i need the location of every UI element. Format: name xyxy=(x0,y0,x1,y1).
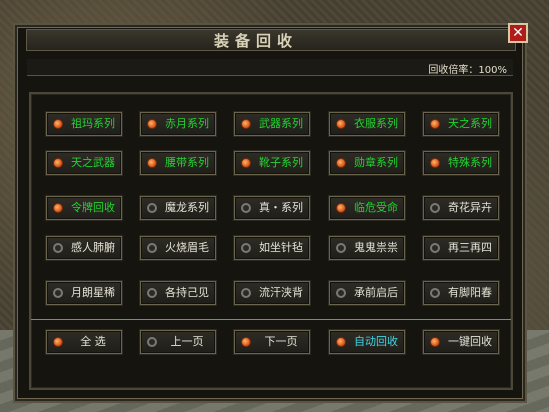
button-label: 再三再四 xyxy=(448,241,492,254)
category-toggle-button[interactable]: 承前启后 xyxy=(329,281,405,305)
button-label: 各持己见 xyxy=(165,286,209,299)
button-label: 靴子系列 xyxy=(259,156,303,169)
toggle-off-icon xyxy=(430,243,440,253)
close-button[interactable]: ✕ xyxy=(508,23,528,43)
category-toggle-button[interactable]: 月朗星稀 xyxy=(46,281,122,305)
category-toggle-button[interactable]: 火烧眉毛 xyxy=(140,236,216,260)
button-label: 鬼鬼祟祟 xyxy=(354,241,398,254)
button-label: 临危受命 xyxy=(354,201,398,214)
title-bar[interactable]: 装备回收 xyxy=(26,29,516,51)
category-toggle-button[interactable]: 流汗浃背 xyxy=(234,281,310,305)
button-label: 腰带系列 xyxy=(165,156,209,169)
button-label: 勋章系列 xyxy=(354,156,398,169)
category-toggle-button[interactable]: 奇花异卉 xyxy=(423,196,499,220)
button-label: 一键回收 xyxy=(448,335,492,348)
category-toggle-button[interactable]: 鬼鬼祟祟 xyxy=(329,236,405,260)
button-label: 天之系列 xyxy=(448,117,492,130)
button-label: 令牌回收 xyxy=(71,201,115,214)
button-label: 月朗星稀 xyxy=(71,286,115,299)
button-label: 祖玛系列 xyxy=(71,117,115,130)
toggle-off-icon xyxy=(147,243,157,253)
category-toggle-button[interactable]: 各持己见 xyxy=(140,281,216,305)
button-label: 天之武器 xyxy=(71,156,115,169)
button-label: 感人肺腑 xyxy=(71,241,115,254)
category-toggle-button[interactable]: 勋章系列 xyxy=(329,151,405,175)
next-page-button[interactable]: 下一页 xyxy=(234,330,310,354)
category-toggle-button[interactable]: 天之武器 xyxy=(46,151,122,175)
toggle-off-icon xyxy=(53,288,63,298)
category-toggle-button[interactable]: 腰带系列 xyxy=(140,151,216,175)
button-label: 魔龙系列 xyxy=(165,201,209,214)
category-toggle-button[interactable]: 感人肺腑 xyxy=(46,236,122,260)
button-label: 下一页 xyxy=(264,335,298,348)
toggle-on-icon xyxy=(430,337,440,347)
one-click-recycle-button[interactable]: 一键回收 xyxy=(423,330,499,354)
button-label: 自动回收 xyxy=(354,335,398,348)
category-toggle-button[interactable]: 衣服系列 xyxy=(329,112,405,136)
category-toggle-button[interactable]: 祖玛系列 xyxy=(46,112,122,136)
toggle-on-icon xyxy=(336,337,346,347)
button-label: 衣服系列 xyxy=(354,117,398,130)
category-toggle-button[interactable]: 天之系列 xyxy=(423,112,499,136)
toggle-on-icon xyxy=(241,337,251,347)
button-label: 如坐针毡 xyxy=(259,241,303,254)
category-toggle-button[interactable]: 真・系列 xyxy=(234,196,310,220)
category-toggle-button[interactable]: 如坐针毡 xyxy=(234,236,310,260)
toggle-off-icon xyxy=(241,288,251,298)
auto-recycle-button[interactable]: 自动回收 xyxy=(329,330,405,354)
close-icon: ✕ xyxy=(512,25,524,41)
category-toggle-button[interactable]: 临危受命 xyxy=(329,196,405,220)
toggle-on-icon xyxy=(430,119,440,129)
toggle-off-icon xyxy=(241,203,251,213)
toggle-off-icon xyxy=(336,288,346,298)
button-label: 武器系列 xyxy=(259,117,303,130)
button-label: 全 选 xyxy=(80,335,106,348)
button-label: 流汗浃背 xyxy=(259,286,303,299)
toggle-on-icon xyxy=(336,119,346,129)
toggle-on-icon xyxy=(430,158,440,168)
toggle-on-icon xyxy=(53,119,63,129)
toggle-off-icon xyxy=(430,203,440,213)
toggle-on-icon xyxy=(53,337,63,347)
select-all-button[interactable]: 全 选 xyxy=(46,330,122,354)
toggle-off-icon xyxy=(336,243,346,253)
toggle-on-icon xyxy=(241,158,251,168)
category-toggle-button[interactable]: 再三再四 xyxy=(423,236,499,260)
toggle-off-icon xyxy=(147,203,157,213)
toggle-off-icon xyxy=(53,243,63,253)
toggle-on-icon xyxy=(147,119,157,129)
category-toggle-button[interactable]: 靴子系列 xyxy=(234,151,310,175)
toggle-off-icon xyxy=(241,243,251,253)
category-toggle-button[interactable]: 赤月系列 xyxy=(140,112,216,136)
info-bar: 回收倍率：100% xyxy=(27,59,513,76)
toggle-on-icon xyxy=(147,158,157,168)
action-divider xyxy=(31,319,511,320)
recycle-rate-text: 回收倍率：100% xyxy=(428,65,507,76)
button-label: 奇花异卉 xyxy=(448,201,492,214)
toggle-on-icon xyxy=(53,203,63,213)
button-label: 真・系列 xyxy=(259,201,303,214)
button-label: 上一页 xyxy=(170,335,204,348)
button-label: 特殊系列 xyxy=(448,156,492,169)
category-toggle-button[interactable]: 有脚阳春 xyxy=(423,281,499,305)
category-toggle-button[interactable]: 魔龙系列 xyxy=(140,196,216,220)
toggle-on-icon xyxy=(241,119,251,129)
category-toggle-button[interactable]: 特殊系列 xyxy=(423,151,499,175)
toggle-on-icon xyxy=(336,158,346,168)
category-toggle-button[interactable]: 令牌回收 xyxy=(46,196,122,220)
recycle-window: 装备回收 ✕ 回收倍率：100% 祖玛系列 赤月系列 武器系列 衣服系列 天之系列天之武… xyxy=(13,23,528,403)
button-label: 赤月系列 xyxy=(165,117,209,130)
window-title: 装备回收 xyxy=(213,32,298,50)
toggle-off-icon xyxy=(430,288,440,298)
prev-page-button[interactable]: 上一页 xyxy=(140,330,216,354)
category-toggle-button[interactable]: 武器系列 xyxy=(234,112,310,136)
button-label: 承前启后 xyxy=(354,286,398,299)
toggle-off-icon xyxy=(147,288,157,298)
button-label: 有脚阳春 xyxy=(448,286,492,299)
toggle-on-icon xyxy=(53,158,63,168)
button-label: 火烧眉毛 xyxy=(165,241,209,254)
toggle-off-icon xyxy=(147,337,157,347)
toggle-on-icon xyxy=(336,203,346,213)
